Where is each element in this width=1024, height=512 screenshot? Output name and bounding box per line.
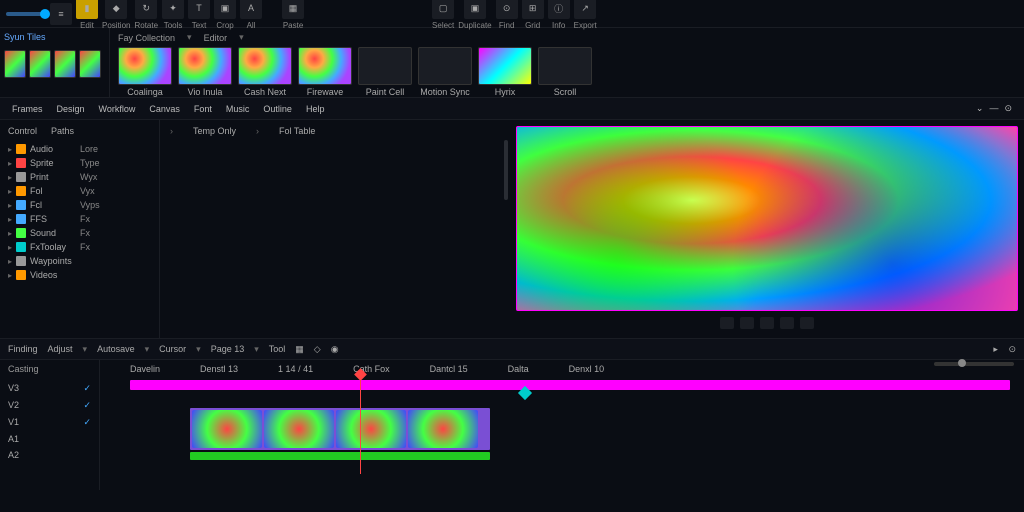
tools-button[interactable]: ✦: [162, 0, 184, 19]
edit-tool-button[interactable]: ▮: [76, 0, 98, 19]
duplicate-button[interactable]: ▣: [464, 0, 486, 19]
loop-button[interactable]: [780, 317, 794, 329]
preview-controls: [516, 314, 1018, 332]
zoom-slider[interactable]: [6, 12, 46, 16]
audio-track-clip[interactable]: [190, 452, 490, 460]
clip-frame-thumb: [408, 410, 478, 448]
clip-thumb[interactable]: [29, 50, 51, 78]
tl-cursor[interactable]: Cursor: [159, 344, 186, 354]
menu-music[interactable]: Music: [226, 104, 250, 114]
title-track-clip[interactable]: [130, 380, 1010, 390]
rotate-button[interactable]: ↻: [135, 0, 157, 19]
timeline-tracks[interactable]: DavelinDenstl 131 14 / 41 Cath FoxDantcl…: [100, 360, 1024, 490]
mini-clips: [4, 50, 105, 78]
timeline: Casting V3✓ V2✓ V1✓ A1 A2 DavelinDenstl …: [0, 360, 1024, 490]
track-header[interactable]: A2: [8, 447, 91, 463]
clip-thumb[interactable]: [54, 50, 76, 78]
select-button[interactable]: ▢: [432, 0, 454, 19]
tiles-title: Syun Tiles: [4, 32, 105, 42]
track-header[interactable]: V3✓: [8, 380, 91, 397]
fx-thumb[interactable]: [538, 47, 592, 85]
menu-icon[interactable]: ≡: [50, 3, 72, 25]
menu-help[interactable]: Help: [306, 104, 325, 114]
tree-item[interactable]: Videos: [8, 268, 151, 282]
project-panel: Control Paths Audio Sprite Print Fol Fcl…: [0, 120, 160, 338]
time-ruler[interactable]: DavelinDenstl 131 14 / 41 Cath FoxDantcl…: [100, 364, 1024, 378]
clip-frame-thumb: [336, 410, 406, 448]
collapse-icon[interactable]: ⌄: [976, 103, 984, 114]
fx-thumb[interactable]: [118, 47, 172, 85]
timeline-label: Casting: [8, 364, 91, 374]
fx-thumb[interactable]: [478, 47, 532, 85]
snap-icon[interactable]: ◇: [314, 344, 321, 355]
settings-icon[interactable]: ⊙: [1004, 103, 1012, 114]
tl-play-button[interactable]: ▸: [993, 344, 998, 354]
position-button[interactable]: ◆: [105, 0, 127, 19]
tl-settings-icon[interactable]: ⊙: [1008, 344, 1016, 354]
fx-thumb[interactable]: [238, 47, 292, 85]
clip-thumb[interactable]: [79, 50, 101, 78]
preview-panel: [510, 120, 1024, 338]
export-button[interactable]: ↗: [574, 0, 596, 19]
menu-font[interactable]: Font: [194, 104, 212, 114]
video-preview[interactable]: [516, 126, 1018, 311]
clip-thumb[interactable]: [4, 50, 26, 78]
video-track-clip[interactable]: [190, 408, 490, 450]
fx-thumb[interactable]: [178, 47, 232, 85]
find-button[interactable]: ⊙: [496, 0, 518, 19]
menu-frames[interactable]: Frames: [12, 104, 43, 114]
tl-adjust[interactable]: Adjust: [48, 344, 73, 354]
fx-collection-label[interactable]: Fay Collection: [118, 33, 175, 43]
scrollbar[interactable]: [504, 140, 508, 200]
timeline-zoom-slider[interactable]: [934, 362, 1014, 366]
menu-design[interactable]: Design: [57, 104, 85, 114]
fx-sort-label[interactable]: Editor: [204, 33, 228, 43]
grid-icon[interactable]: ▦: [295, 344, 304, 355]
mid-row: Control Paths Audio Sprite Print Fol Fcl…: [0, 120, 1024, 338]
info-button[interactable]: ⓘ: [548, 0, 570, 19]
play-button[interactable]: [740, 317, 754, 329]
sub-column: Lore Type Wyx Vyx Vyps Fx Fx Fx: [80, 142, 100, 254]
menubar: Frames Design Workflow Canvas Font Music…: [0, 98, 1024, 120]
tl-autosave[interactable]: Autosave: [97, 344, 135, 354]
fx-thumb[interactable]: [298, 47, 352, 85]
next-frame-button[interactable]: [760, 317, 774, 329]
control-tab[interactable]: Control: [8, 126, 37, 136]
menu-canvas[interactable]: Canvas: [149, 104, 180, 114]
track-header[interactable]: V2✓: [8, 397, 91, 414]
clip-frame-thumb: [192, 410, 262, 448]
playhead[interactable]: [360, 374, 361, 474]
menu-outline[interactable]: Outline: [263, 104, 292, 114]
link-icon[interactable]: ◉: [331, 344, 339, 355]
prev-frame-button[interactable]: [720, 317, 734, 329]
middle-panel: › Temp Only › Fol Table: [160, 120, 510, 338]
tl-page[interactable]: Page 13: [211, 344, 245, 354]
fullscreen-button[interactable]: [800, 317, 814, 329]
tree-item[interactable]: Waypoints: [8, 254, 151, 268]
all-button[interactable]: A: [240, 0, 262, 19]
tab-temp[interactable]: Temp Only: [193, 126, 236, 136]
paste-button[interactable]: ▦: [282, 0, 304, 19]
tl-tool[interactable]: Tool: [269, 344, 286, 354]
grid-button[interactable]: ⊞: [522, 0, 544, 19]
track-header[interactable]: V1✓: [8, 414, 91, 431]
clip-frame-thumb: [264, 410, 334, 448]
fx-thumb[interactable]: [358, 47, 412, 85]
tab-fol[interactable]: Fol Table: [279, 126, 315, 136]
main-toolbar: ≡ ▮Edit ◆Position ↻Rotate ✦Tools TText ▣…: [0, 0, 1024, 28]
track-headers: Casting V3✓ V2✓ V1✓ A1 A2: [0, 360, 100, 490]
track-header[interactable]: A1: [8, 431, 91, 447]
text-button[interactable]: T: [188, 0, 210, 19]
paths-tab[interactable]: Paths: [51, 126, 74, 136]
menu-workflow[interactable]: Workflow: [99, 104, 136, 114]
fx-thumb[interactable]: [418, 47, 472, 85]
timeline-toolbar: Finding Adjust▾ Autosave▾ Cursor▾ Page 1…: [0, 338, 1024, 360]
tl-finding[interactable]: Finding: [8, 344, 38, 354]
crop-button[interactable]: ▣: [214, 0, 236, 19]
minimize-icon[interactable]: —: [989, 103, 998, 114]
effects-row: Syun Tiles Fay Collection ▾ Editor ▾ Coa…: [0, 28, 1024, 98]
